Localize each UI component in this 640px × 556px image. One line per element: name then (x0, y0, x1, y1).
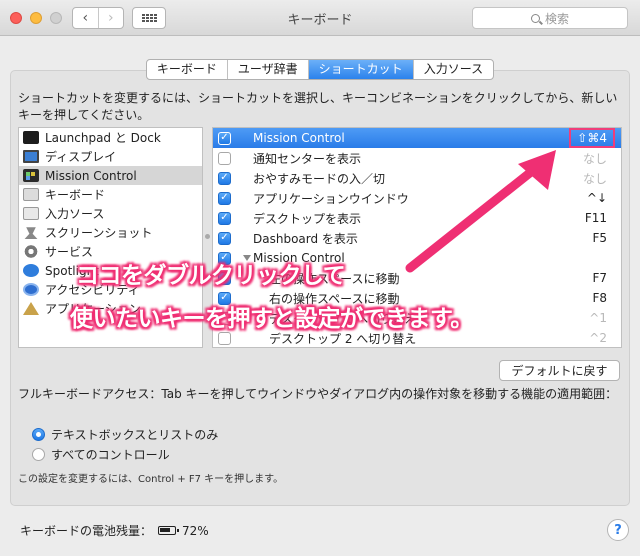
category-label: キーボード (45, 188, 106, 202)
services-gear-icon (23, 245, 39, 258)
app-shortcuts-icon (23, 302, 39, 315)
restore-defaults-button[interactable]: デフォルトに戻す (499, 360, 620, 381)
shortcut-key[interactable]: F11 (585, 211, 607, 225)
shortcut-key[interactable]: なし (583, 170, 607, 187)
shortcut-row[interactable]: ✓ アプリケーションウインドウ ^↓ (213, 188, 621, 208)
shortcut-row[interactable]: ✓ デスクトップを表示 F11 (213, 208, 621, 228)
search-icon (530, 13, 540, 23)
battery-value: 72% (182, 523, 209, 538)
shortcut-key[interactable]: F8 (592, 291, 607, 305)
shortcut-key[interactable]: なし (583, 150, 607, 167)
tab-bar-container: キーボード ユーザ辞書 ショートカット 入力ソース (0, 59, 640, 80)
screenshot-icon (24, 227, 38, 239)
tab-user-dictionary[interactable]: ユーザ辞書 (226, 60, 308, 79)
launchpad-icon (23, 131, 39, 144)
shortcut-row[interactable]: 通知センターを表示 なし (213, 148, 621, 168)
shortcut-checkbox[interactable]: ✓ (218, 131, 231, 145)
battery-label: キーボードの電池残量： (20, 524, 153, 538)
category-label: Launchpad と Dock (45, 131, 161, 145)
shortcut-hint-text: この設定を変更するには、Control + F7 キーを押します。 (18, 474, 284, 485)
category-screenshots[interactable]: スクリーンショット (19, 223, 202, 242)
accessibility-icon (23, 283, 39, 296)
full-keyboard-access-label: フルキーボードアクセス：Tab キーを押してウインドウやダイアログ内の操作対象を… (18, 387, 618, 401)
category-keyboard[interactable]: キーボード (19, 185, 202, 204)
search-placeholder: 検索 (544, 11, 569, 26)
tab-shortcuts[interactable]: ショートカット (307, 60, 413, 79)
category-label: スクリーンショット (45, 226, 153, 240)
title-bar: ‹ › キーボード 検索 (0, 0, 640, 36)
category-launchpad-dock[interactable]: Launchpad と Dock (19, 128, 202, 147)
shortcut-label: Dashboard を表示 (253, 231, 358, 246)
radio-text-boxes-lists[interactable]: テキストボックスとリストのみ (32, 426, 218, 443)
radio-button[interactable] (32, 448, 45, 461)
radio-label: すべてのコントロール (51, 448, 170, 462)
shortcut-key[interactable]: ⇧⌘4 (569, 128, 615, 148)
category-display[interactable]: ディスプレイ (19, 147, 202, 166)
mission-control-icon (23, 169, 39, 182)
shortcut-label: Mission Control (253, 131, 345, 145)
shortcut-label: アプリケーションウインドウ (253, 191, 409, 206)
display-icon (23, 150, 39, 163)
shortcut-checkbox[interactable]: ✓ (218, 191, 231, 205)
radio-label: テキストボックスとリストのみ (51, 428, 219, 442)
keyboard-battery-status: キーボードの電池残量： 72% (20, 522, 209, 539)
shortcut-row[interactable]: ✓ おやすみモードの入／切 なし (213, 168, 621, 188)
split-view-handle[interactable] (205, 234, 210, 239)
tab-input-sources[interactable]: 入力ソース (412, 60, 493, 79)
shortcut-checkbox[interactable]: ✓ (218, 231, 231, 245)
shortcut-checkbox[interactable]: ✓ (218, 171, 231, 185)
help-button[interactable]: ? (607, 519, 629, 541)
tab-keyboard[interactable]: キーボード (147, 60, 227, 79)
category-label: ディスプレイ (45, 150, 117, 164)
category-input-sources[interactable]: 入力ソース (19, 204, 202, 223)
keyboard-icon (23, 188, 39, 201)
search-field[interactable]: 検索 (472, 7, 628, 29)
shortcut-key[interactable]: ^2 (589, 331, 607, 345)
shortcut-key[interactable]: ^↓ (587, 191, 607, 205)
shortcut-key[interactable]: F5 (592, 231, 607, 245)
shortcut-checkbox[interactable] (218, 151, 231, 165)
instructions-text: ショートカットを変更するには、ショートカットを選択し、キーコンビネーションをクリ… (18, 91, 618, 122)
shortcut-row-mission-control[interactable]: ✓ Mission Control ⇧⌘4 (213, 128, 621, 148)
tab-bar: キーボード ユーザ辞書 ショートカット 入力ソース (145, 59, 495, 80)
radio-button[interactable] (32, 428, 45, 441)
shortcut-label: 通知センターを表示 (253, 151, 362, 166)
category-label: Mission Control (45, 168, 137, 183)
input-source-icon (23, 207, 39, 220)
shortcut-checkbox[interactable] (218, 331, 231, 345)
battery-icon (158, 526, 180, 535)
shortcut-key[interactable]: ^1 (589, 311, 607, 325)
shortcut-row[interactable]: ✓ Dashboard を表示 F5 (213, 228, 621, 248)
spotlight-icon (23, 264, 39, 277)
radio-all-controls[interactable]: すべてのコントロール (32, 446, 170, 463)
category-label: 入力ソース (45, 207, 105, 221)
shortcut-label: デスクトップを表示 (253, 211, 362, 226)
category-mission-control[interactable]: Mission Control (19, 166, 202, 185)
annotation-line-2: 使いたいキーを押すと設定ができます。 (70, 306, 473, 332)
shortcut-label: おやすみモードの入／切 (253, 171, 386, 186)
annotation-line-1: ココをダブルクリックして (76, 263, 346, 289)
shortcut-key[interactable]: F7 (592, 271, 607, 285)
shortcut-checkbox[interactable]: ✓ (218, 211, 231, 225)
